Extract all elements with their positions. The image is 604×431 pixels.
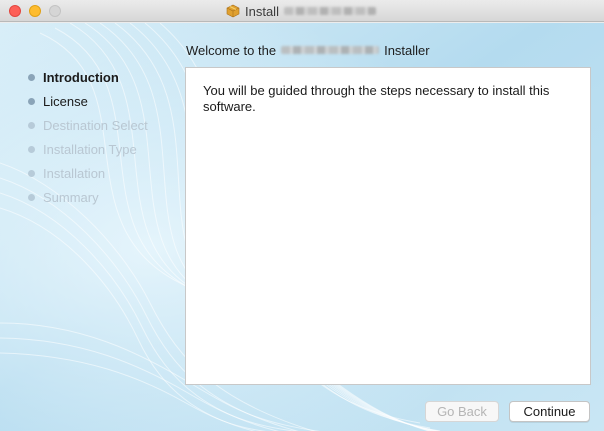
- step-bullet-icon: [28, 194, 35, 201]
- step-bullet-icon: [28, 170, 35, 177]
- step-label: Installation: [43, 165, 106, 181]
- step-label: Destination Select: [43, 117, 148, 133]
- step-introduction: Introduction: [24, 65, 184, 89]
- step-label: License: [43, 93, 88, 109]
- step-summary: Summary: [24, 185, 184, 209]
- step-bullet-icon: [28, 146, 35, 153]
- step-installation-type: Installation Type: [24, 137, 184, 161]
- step-bullet-icon: [28, 98, 35, 105]
- welcome-prefix: Welcome to the: [186, 42, 277, 58]
- redacted-product-name: [283, 7, 376, 15]
- content-panel[interactable]: You will be guided through the steps nec…: [185, 67, 591, 385]
- go-back-button: Go Back: [425, 401, 499, 422]
- installer-package-icon: [226, 4, 240, 18]
- window-title-prefix: Install: [245, 3, 279, 19]
- installer-steps-list: Introduction License Destination Select …: [24, 65, 184, 209]
- step-bullet-icon: [28, 122, 35, 129]
- zoom-window-button: [49, 5, 61, 17]
- step-label: Introduction: [43, 69, 119, 85]
- welcome-header: Welcome to the Installer: [186, 42, 430, 58]
- step-bullet-icon: [28, 74, 35, 81]
- step-label: Installation Type: [43, 141, 137, 157]
- welcome-suffix: Installer: [384, 42, 430, 58]
- step-installation: Installation: [24, 161, 184, 185]
- window-title: Install: [226, 3, 376, 19]
- continue-button[interactable]: Continue: [509, 401, 590, 422]
- title-bar[interactable]: Install: [0, 0, 604, 22]
- step-license: License: [24, 89, 184, 113]
- step-label: Summary: [43, 189, 99, 205]
- redacted-product-name-header: [281, 46, 380, 54]
- step-destination-select: Destination Select: [24, 113, 184, 137]
- minimize-window-button[interactable]: [29, 5, 41, 17]
- introduction-text: You will be guided through the steps nec…: [203, 83, 550, 114]
- installer-window: Install Welcome to the Installer Introdu…: [0, 0, 604, 431]
- close-window-button[interactable]: [9, 5, 21, 17]
